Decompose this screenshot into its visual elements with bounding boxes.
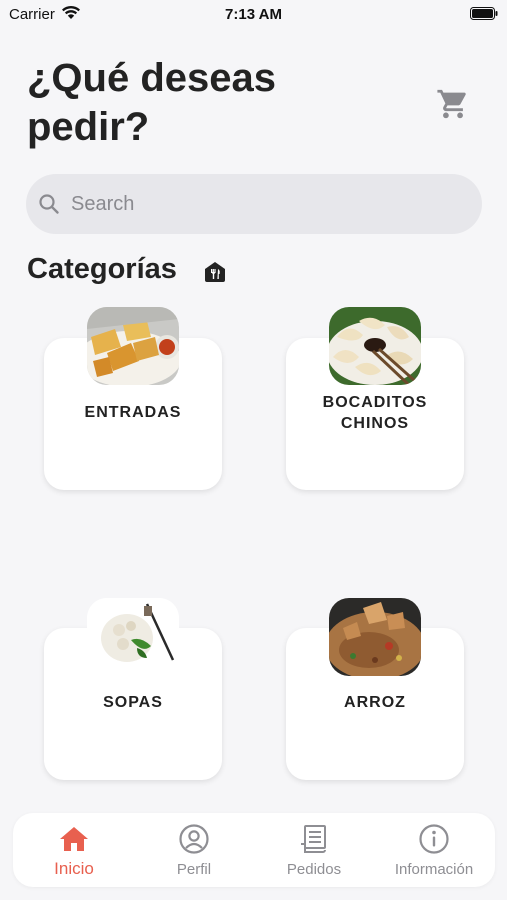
tab-inicio[interactable]: Inicio bbox=[19, 813, 129, 887]
tab-pedidos[interactable]: Pedidos bbox=[259, 813, 369, 887]
search-icon bbox=[39, 194, 59, 214]
category-label: BOCADITOS CHINOS bbox=[322, 394, 428, 432]
cart-icon bbox=[437, 89, 466, 119]
tab-label: Perfil bbox=[176, 861, 212, 878]
tab-label: Inicio bbox=[54, 859, 94, 878]
category-label: ENTRADAS bbox=[84, 404, 182, 421]
tab-label: Información bbox=[394, 861, 474, 878]
search-input[interactable] bbox=[71, 192, 451, 216]
search-bar[interactable] bbox=[26, 174, 482, 234]
cart-button[interactable] bbox=[434, 84, 472, 124]
receipt-icon bbox=[301, 825, 326, 853]
info-icon bbox=[419, 824, 449, 854]
category-label: ARROZ bbox=[344, 694, 406, 711]
page-title: ¿Qué deseas pedir? bbox=[27, 56, 277, 149]
battery-icon bbox=[470, 7, 498, 20]
tab-informacion[interactable]: Información bbox=[379, 813, 489, 887]
dumplings-image[interactable] bbox=[329, 307, 421, 385]
status-time: 7:13 AM bbox=[225, 6, 282, 23]
home-icon bbox=[60, 827, 88, 851]
section-title: Categorías bbox=[27, 253, 177, 285]
fried-tofu-image[interactable] bbox=[87, 307, 179, 385]
tab-label: Pedidos bbox=[286, 861, 342, 878]
fried-rice-image[interactable] bbox=[329, 598, 421, 676]
profile-icon bbox=[179, 824, 209, 854]
restaurant-icon bbox=[205, 262, 225, 282]
tab-perfil[interactable]: Perfil bbox=[139, 813, 249, 887]
soup-image[interactable] bbox=[87, 598, 179, 676]
tab-bar: Inicio Perfil Pedidos Información bbox=[13, 813, 495, 887]
status-bar: Carrier 7:13 AM bbox=[0, 0, 507, 28]
category-label: SOPAS bbox=[103, 694, 163, 711]
